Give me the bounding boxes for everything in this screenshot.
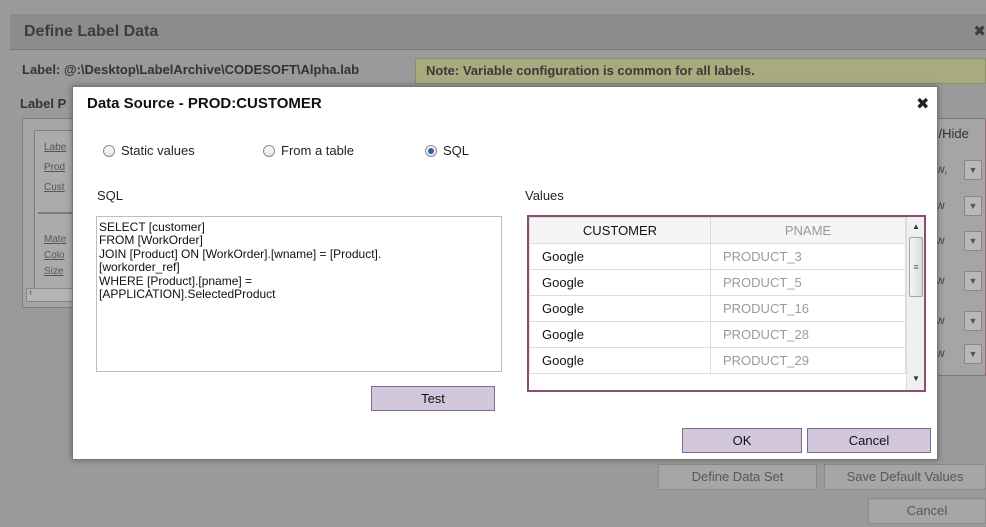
left-link-label[interactable]: Labe bbox=[44, 142, 66, 153]
radio-label: From a table bbox=[281, 143, 354, 158]
visibility-dropdown[interactable]: w ▼ bbox=[936, 311, 984, 331]
cell-pname: PRODUCT_29 bbox=[710, 347, 906, 374]
left-link-color[interactable]: Colo bbox=[44, 250, 65, 261]
cell-customer: Google bbox=[529, 269, 711, 296]
cell-pname: PRODUCT_3 bbox=[710, 243, 906, 270]
cell-pname: PRODUCT_5 bbox=[710, 269, 906, 296]
column-header-customer[interactable]: CUSTOMER bbox=[529, 217, 711, 244]
table-row[interactable]: Google PRODUCT_29 bbox=[529, 347, 906, 374]
table-row[interactable]: Google PRODUCT_3 bbox=[529, 243, 906, 270]
background-window-title: Define Label Data bbox=[24, 23, 159, 40]
table-row[interactable]: Google PRODUCT_16 bbox=[529, 295, 906, 322]
background-close-icon[interactable]: ✖ bbox=[973, 22, 986, 40]
data-source-dialog: Data Source - PROD:CUSTOMER ✖ Static val… bbox=[72, 86, 938, 460]
radio-icon[interactable] bbox=[103, 144, 115, 157]
column-header-pname[interactable]: PNAME bbox=[710, 217, 906, 244]
cell-customer: Google bbox=[529, 347, 711, 374]
dialog-title: Data Source - PROD:CUSTOMER bbox=[87, 95, 322, 112]
table-row[interactable]: Google PRODUCT_28 bbox=[529, 321, 906, 348]
table-row[interactable]: Google PRODUCT_5 bbox=[529, 269, 906, 296]
visibility-dropdown[interactable]: w, ▼ bbox=[936, 160, 984, 180]
config-note: Note: Variable configuration is common f… bbox=[415, 58, 986, 84]
radio-from-table[interactable]: From a table bbox=[263, 143, 354, 158]
visibility-dropdown[interactable]: w ▼ bbox=[936, 344, 984, 364]
values-label: Values bbox=[525, 188, 564, 203]
cell-pname: PRODUCT_16 bbox=[710, 295, 906, 322]
radio-label: SQL bbox=[443, 143, 470, 158]
label-properties-heading: Label P bbox=[20, 96, 67, 111]
cell-customer: Google bbox=[529, 243, 711, 270]
chevron-down-icon[interactable]: ▼ bbox=[964, 344, 982, 364]
values-table: CUSTOMER PNAME Google PRODUCT_3 Google P… bbox=[529, 217, 906, 374]
left-link-size[interactable]: Size bbox=[44, 266, 63, 277]
sql-textarea[interactable]: SELECT [customer] FROM [WorkOrder] JOIN … bbox=[96, 216, 502, 372]
radio-static-values[interactable]: Static values bbox=[103, 143, 195, 158]
chevron-down-icon[interactable]: ▼ bbox=[964, 311, 982, 331]
table-header-row: CUSTOMER PNAME bbox=[529, 217, 906, 244]
save-default-values-button[interactable]: Save Default Values bbox=[824, 464, 986, 490]
cell-pname: PRODUCT_28 bbox=[710, 321, 906, 348]
chevron-down-icon[interactable]: ▼ bbox=[964, 271, 982, 291]
left-link-product[interactable]: Prod bbox=[44, 162, 65, 173]
chevron-down-icon[interactable]: ▼ bbox=[964, 196, 982, 216]
radio-label: Static values bbox=[121, 143, 195, 158]
background-titlebar: Define Label Data ✖ bbox=[10, 14, 986, 50]
visibility-dropdown[interactable]: w ▼ bbox=[936, 196, 984, 216]
cell-customer: Google bbox=[529, 295, 711, 322]
scroll-up-icon[interactable]: ▲ bbox=[907, 220, 924, 234]
radio-selected-icon[interactable] bbox=[425, 144, 437, 157]
values-vertical-scrollbar[interactable]: ▲ ≡ ▼ bbox=[906, 217, 924, 390]
label-path: Label: @:\Desktop\LabelArchive\CODESOFT\… bbox=[22, 62, 360, 77]
left-link-customer[interactable]: Cust bbox=[44, 182, 65, 193]
cancel-button[interactable]: Cancel bbox=[807, 428, 931, 453]
scroll-down-icon[interactable]: ▼ bbox=[907, 372, 924, 386]
chevron-down-icon[interactable]: ▼ bbox=[964, 160, 982, 180]
define-data-set-button[interactable]: Define Data Set bbox=[658, 464, 817, 490]
sql-label: SQL bbox=[97, 188, 124, 203]
cell-customer: Google bbox=[529, 321, 711, 348]
left-link-material[interactable]: Mate bbox=[44, 234, 66, 245]
scroll-thumb[interactable]: ≡ bbox=[909, 237, 923, 297]
values-grid[interactable]: CUSTOMER PNAME Google PRODUCT_3 Google P… bbox=[527, 215, 926, 392]
radio-sql[interactable]: SQL bbox=[425, 143, 469, 158]
test-button[interactable]: Test bbox=[371, 386, 495, 411]
visibility-dropdown[interactable]: w ▼ bbox=[936, 231, 984, 251]
chevron-down-icon[interactable]: ▼ bbox=[964, 231, 982, 251]
radio-icon[interactable] bbox=[263, 144, 275, 157]
scroll-left-icon[interactable]: ‹ bbox=[29, 287, 32, 298]
visibility-dropdown[interactable]: w ▼ bbox=[936, 271, 984, 291]
close-icon[interactable]: ✖ bbox=[916, 94, 929, 114]
ok-button[interactable]: OK bbox=[682, 428, 802, 453]
background-cancel-button[interactable]: Cancel bbox=[868, 498, 986, 524]
